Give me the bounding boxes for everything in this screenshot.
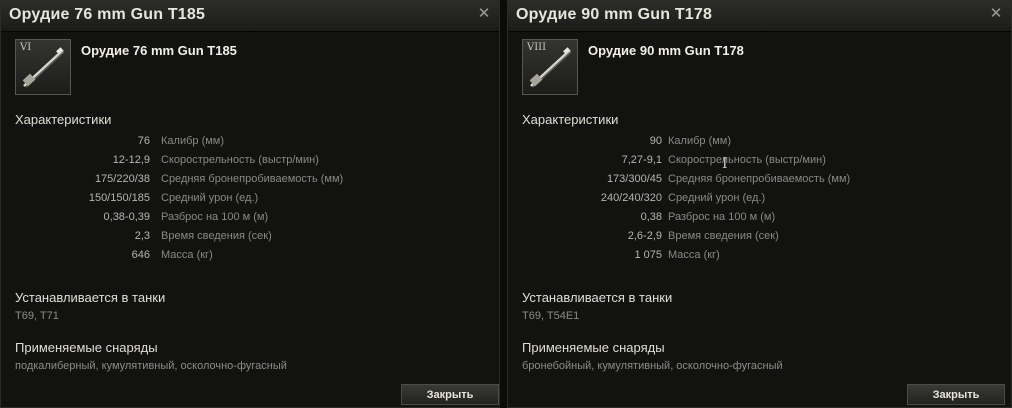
stats-list: 90 Калибр (мм) 7,27-9,1 Скорострельность (…	[508, 132, 1011, 265]
stat-value: 7,27-9,1	[621, 154, 662, 166]
stat-row: 175/220/38 Средняя бронепробиваемость (мм…	[1, 170, 499, 189]
stat-row: 0,38-0,39 Разброс на 100 м (м)	[1, 208, 499, 227]
stat-value: 2,3	[134, 230, 150, 242]
stat-label: Средний урон (ед.)	[161, 192, 259, 204]
stat-value: 90	[649, 135, 662, 147]
stat-value: 1 075	[634, 249, 662, 261]
window-title: Орудие 76 mm Gun T185	[9, 6, 206, 23]
stat-value: 173/300/45	[606, 173, 662, 185]
stat-label: Скорострельность (выстр/мин)	[668, 154, 826, 166]
shells-list: подкалиберный, кумулятивный, осколочно-ф…	[15, 360, 287, 372]
tier-label: VIII	[527, 42, 547, 53]
window-titlebar[interactable]: Орудие 90 mm Gun T178 ✕	[508, 1, 1011, 32]
stats-list: 76 Калибр (мм) 12-12,9 Скорострельность (в…	[1, 132, 499, 265]
stat-label: Масса (кг)	[161, 249, 213, 261]
stat-row: 12-12,9 Скорострельность (выстр/мин)	[1, 151, 499, 170]
shells-list: бронебойный, кумулятивный, осколочно-фуг…	[522, 360, 783, 372]
gun-name: Орудие 76 mm Gun T185	[81, 43, 237, 58]
shells-title: Применяемые снаряды	[15, 340, 158, 355]
tanks-title: Устанавливается в танки	[15, 290, 166, 305]
stat-row: 240/240/320 Средний урон (ед.)	[508, 189, 1011, 208]
stat-row: 150/150/185 Средний урон (ед.)	[1, 189, 499, 208]
stat-label: Средняя бронепробиваемость (мм)	[668, 173, 851, 185]
stat-label: Средний урон (ед.)	[668, 192, 766, 204]
stat-row: 1 075 Масса (кг)	[508, 246, 1011, 265]
gun-icon-box: VIII	[522, 39, 578, 95]
stat-row: 173/300/45 Средняя бронепробиваемость (мм…	[508, 170, 1011, 189]
stats-title: Характеристики	[522, 112, 619, 127]
tier-label: VI	[20, 42, 32, 53]
stat-label: Скорострельность (выстр/мин)	[161, 154, 319, 166]
stat-value: 240/240/320	[600, 192, 662, 204]
gun-info-window-right: Орудие 90 mm Gun T178 ✕ VIII Орудие 90 m…	[507, 0, 1012, 408]
close-icon[interactable]: ✕	[477, 6, 491, 21]
tanks-title: Устанавливается в танки	[522, 290, 673, 305]
stat-label: Средняя бронепробиваемость (мм)	[161, 173, 344, 185]
window-titlebar[interactable]: Орудие 76 mm Gun T185 ✕	[1, 1, 499, 32]
close-button[interactable]: Закрыть	[907, 384, 1005, 405]
gun-name: Орудие 90 mm Gun T178	[588, 43, 744, 58]
stat-value: 12-12,9	[112, 154, 150, 166]
stat-row: 7,27-9,1 Скорострельность (выстр/мин)	[508, 151, 1011, 170]
stat-value: 76	[137, 135, 150, 147]
stat-label: Время сведения (сек)	[161, 230, 272, 242]
stat-value: 175/220/38	[94, 173, 150, 185]
stats-title: Характеристики	[15, 112, 112, 127]
stat-label: Масса (кг)	[668, 249, 720, 261]
stat-label: Разброс на 100 м (м)	[161, 211, 269, 223]
tanks-list: T69, T71	[15, 310, 59, 322]
stat-value: 150/150/185	[88, 192, 150, 204]
stat-label: Разброс на 100 м (м)	[668, 211, 776, 223]
stat-label: Калибр (мм)	[668, 135, 732, 147]
stat-row: 2,3 Время сведения (сек)	[1, 227, 499, 246]
stat-label: Время сведения (сек)	[668, 230, 779, 242]
close-icon[interactable]: ✕	[989, 6, 1003, 21]
stat-value: 0,38-0,39	[103, 211, 150, 223]
stat-row: 646 Масса (кг)	[1, 246, 499, 265]
stat-value: 0,38	[640, 211, 662, 223]
close-button[interactable]: Закрыть	[401, 384, 499, 405]
stat-value: 2,6-2,9	[627, 230, 662, 242]
gun-info-window-left: Орудие 76 mm Gun T185 ✕ VI Орудие 76 mm …	[0, 0, 500, 408]
shells-title: Применяемые снаряды	[522, 340, 665, 355]
gun-icon-box: VI	[15, 39, 71, 95]
stat-label: Калибр (мм)	[161, 135, 225, 147]
stat-row: 0,38 Разброс на 100 м (м)	[508, 208, 1011, 227]
stat-row: 2,6-2,9 Время сведения (сек)	[508, 227, 1011, 246]
text-cursor-icon: I	[722, 156, 728, 172]
stat-value: 646	[131, 249, 150, 261]
stat-row: 90 Калибр (мм)	[508, 132, 1011, 151]
stat-row: 76 Калибр (мм)	[1, 132, 499, 151]
tanks-list: T69, T54E1	[522, 310, 580, 322]
window-title: Орудие 90 mm Gun T178	[516, 6, 713, 23]
